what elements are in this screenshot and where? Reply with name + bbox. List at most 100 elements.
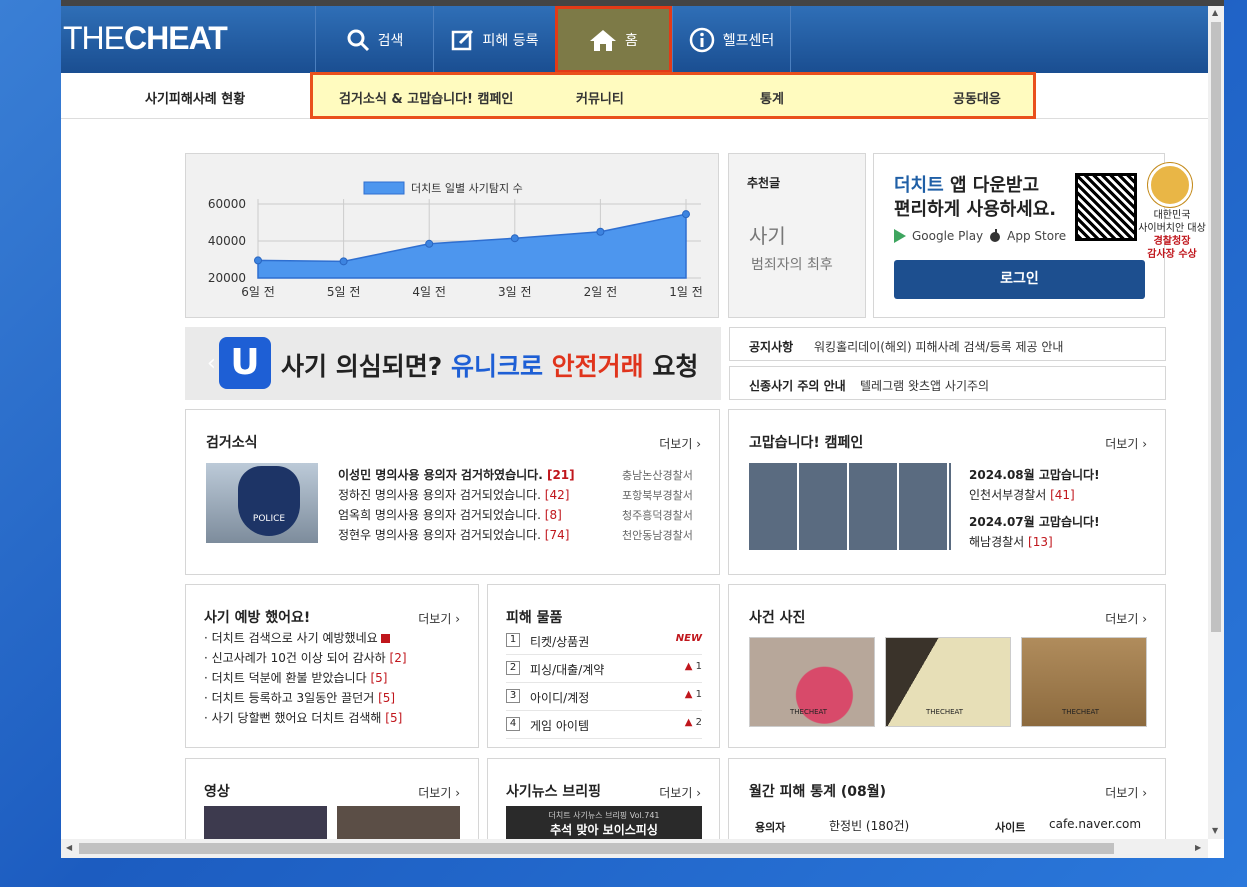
new-scam-row[interactable]: 신종사기 주의 안내 텔레그램 왓츠앱 사기주의 <box>729 366 1166 400</box>
banner-prev-icon[interactable]: ‹ <box>207 351 216 376</box>
chart-x-tick: 4일 전 <box>412 285 446 299</box>
login-button[interactable]: 로그인 <box>894 260 1145 299</box>
prevention-item-count: [2] <box>389 651 407 665</box>
chart-area <box>257 213 687 279</box>
damage-item[interactable]: 3 아이디/계정 ▲ 1 <box>506 683 702 711</box>
home-icon <box>590 29 617 51</box>
scroll-up-icon[interactable]: ▲ <box>1212 8 1218 17</box>
chart-x-tick: 5일 전 <box>327 285 361 299</box>
stats-more-link[interactable]: 더보기 › <box>1105 784 1147 801</box>
thanks-month: 2024.07월 <box>969 515 1035 529</box>
subnav-arrest-campaign[interactable]: 검거소식 & 고맙습니다! 캠페인 <box>339 88 513 107</box>
thanks-more-link[interactable]: 더보기 › <box>1105 435 1147 452</box>
more-label: 더보기 <box>659 437 693 451</box>
chart-point[interactable] <box>510 234 519 243</box>
damage-title: 피해 물품 <box>506 610 563 626</box>
more-label: 더보기 <box>418 786 452 800</box>
damage-item[interactable]: 2 피싱/대출/계약 ▲ 1 <box>506 655 702 683</box>
damage-item[interactable]: 4 게임 아이템 ▲ 2 <box>506 711 702 739</box>
subnav-stats[interactable]: 통계 <box>760 88 784 107</box>
arrest-item[interactable]: 정현우 명의사용 용의자 검거되었습니다. [74] <box>338 526 569 543</box>
prevention-item[interactable]: · 신고사례가 10건 이상 되어 감사하 [2] <box>204 649 407 666</box>
google-play-link[interactable]: Google Play <box>912 229 983 243</box>
case-photo-3[interactable]: THECHEAT <box>1021 637 1147 727</box>
more-label: 더보기 <box>659 786 693 800</box>
stats-site-label: 사이트 <box>995 821 1026 834</box>
thanks-count: [13] <box>1028 535 1053 549</box>
damage-trend: NEW <box>676 633 702 644</box>
prevention-item[interactable]: · 사기 당할뻔 했어요 더치트 검색해 [5] <box>204 709 402 726</box>
nav-report[interactable]: 피해 등록 <box>433 6 555 73</box>
chart-point[interactable] <box>339 257 348 266</box>
damage-label: 게임 아이템 <box>530 719 590 733</box>
case-photo-1[interactable]: THECHEAT <box>749 637 875 727</box>
arrest-item[interactable]: 엄옥희 명의사용 용의자 검거되었습니다. [8] <box>338 506 562 523</box>
chart-point[interactable] <box>682 210 690 219</box>
chart-point[interactable] <box>425 239 434 248</box>
recommend-line2: 범죄자의 최후 <box>751 257 833 273</box>
thanks-item-station[interactable]: 해남경찰서 [13] <box>969 533 1053 550</box>
stats-suspect-value[interactable]: 한정빈 (180건) <box>829 817 909 834</box>
horizontal-scrollbar[interactable]: ◀ ▶ <box>61 839 1208 858</box>
notice-row[interactable]: 공지사항 워킹홀리데이(해외) 피해사례 검색/등록 제공 안내 <box>729 327 1166 361</box>
vertical-scroll-thumb[interactable] <box>1211 22 1221 632</box>
watermark: THECHEAT <box>926 708 964 716</box>
notice-label: 공지사항 <box>749 340 794 354</box>
nav-help[interactable]: 헬프센터 <box>672 6 791 73</box>
chart-point[interactable] <box>254 256 262 265</box>
scroll-left-icon[interactable]: ◀ <box>66 843 72 852</box>
chart-point[interactable] <box>596 227 605 236</box>
video-more-link[interactable]: 더보기 › <box>418 784 460 801</box>
prevention-item[interactable]: · 더치트 덕분에 환불 받았습니다 [5] <box>204 669 387 686</box>
prevention-more-link[interactable]: 더보기 › <box>418 610 460 627</box>
chart-x-tick: 3일 전 <box>498 285 532 299</box>
award-line1: 대한민국 <box>1153 210 1191 221</box>
nav-search[interactable]: 검색 <box>315 6 433 73</box>
horizontal-scroll-thumb[interactable] <box>79 843 1114 854</box>
vertical-scrollbar[interactable]: ▲ ▼ <box>1208 6 1224 839</box>
chart-x-tick: 2일 전 <box>584 285 618 299</box>
notice-text: 워킹홀리데이(해외) 피해사례 검색/등록 제공 안내 <box>814 340 1064 354</box>
prevention-item[interactable]: · 더치트 검색으로 사기 예방했네요 <box>204 629 391 646</box>
app-store-link[interactable]: App Store <box>1007 229 1066 243</box>
news-headline: 추석 맞아 보이스피싱 <box>550 823 658 837</box>
arrest-item[interactable]: 정하진 명의사용 용의자 검거되었습니다. [42] <box>338 486 569 503</box>
photos-more-link[interactable]: 더보기 › <box>1105 610 1147 627</box>
unicro-banner[interactable]: U ‹ 사기 의심되면? 유니크로 안전거래 요청 <box>185 327 721 400</box>
police-emblem-icon <box>1148 163 1192 207</box>
thanks-item-heading[interactable]: 2024.08월 고맙습니다! <box>969 466 1100 483</box>
arrest-more-link[interactable]: 더보기 › <box>659 435 701 452</box>
case-photo-2[interactable]: THECHEAT <box>885 637 1011 727</box>
damage-item[interactable]: 1 티켓/상품권 NEW <box>506 627 702 655</box>
stats-suspect-label: 용의자 <box>755 821 786 834</box>
scroll-right-icon[interactable]: ▶ <box>1195 843 1201 852</box>
nav-home[interactable]: 홈 <box>555 6 672 73</box>
banner-text4: 요청 <box>652 352 699 381</box>
stats-site-value[interactable]: cafe.naver.com <box>1049 817 1141 831</box>
news-more-link[interactable]: 더보기 › <box>659 784 701 801</box>
arrest-item-text: 엄옥희 명의사용 용의자 검거되었습니다. <box>338 508 541 522</box>
arrest-item[interactable]: 이성민 명의사용 용의자 검거하였습니다. [21] <box>338 466 575 483</box>
thanks-station: 인천서부경찰서 <box>969 488 1047 502</box>
site-logo[interactable]: THECHEAT <box>63 20 228 57</box>
prevention-item[interactable]: · 더치트 등록하고 3일동안 끌던거 [5] <box>204 689 395 706</box>
award-line2: 사이버치안 대상 <box>1138 223 1206 234</box>
arrest-item-count: [21] <box>546 468 575 482</box>
thanks-item-heading[interactable]: 2024.07월 고맙습니다! <box>969 513 1100 530</box>
thanks-title: 고맙습니다! 캠페인 <box>749 435 864 451</box>
case-photos-box: 사건 사진 더보기 › THECHEAT THECHEAT THECHEAT <box>728 584 1166 748</box>
subnav-joint-response[interactable]: 공동대응 <box>953 88 1001 107</box>
subnav-fraud-status[interactable]: 사기피해사례 현황 <box>145 88 245 107</box>
thanks-item-station[interactable]: 인천서부경찰서 [41] <box>969 486 1075 503</box>
prevention-item-text: 더치트 덕분에 환불 받았습니다 <box>211 671 367 685</box>
scroll-down-icon[interactable]: ▼ <box>1212 826 1218 835</box>
new-scam-label: 신종사기 주의 안내 <box>749 379 846 393</box>
thanks-month: 2024.08월 <box>969 468 1035 482</box>
recommend-box[interactable]: 추천글 사기 범죄자의 최후 <box>728 153 866 318</box>
damage-trend: ▲ 1 <box>684 661 702 672</box>
recommend-line1: 사기 <box>749 224 786 248</box>
arrest-item-text: 정하진 명의사용 용의자 검거되었습니다. <box>338 488 541 502</box>
police-photo: POLICE <box>206 463 318 543</box>
subnav-community[interactable]: 커뮤니티 <box>576 88 624 107</box>
prevention-item-text: 사기 당할뻔 했어요 더치트 검색해 <box>211 711 382 725</box>
